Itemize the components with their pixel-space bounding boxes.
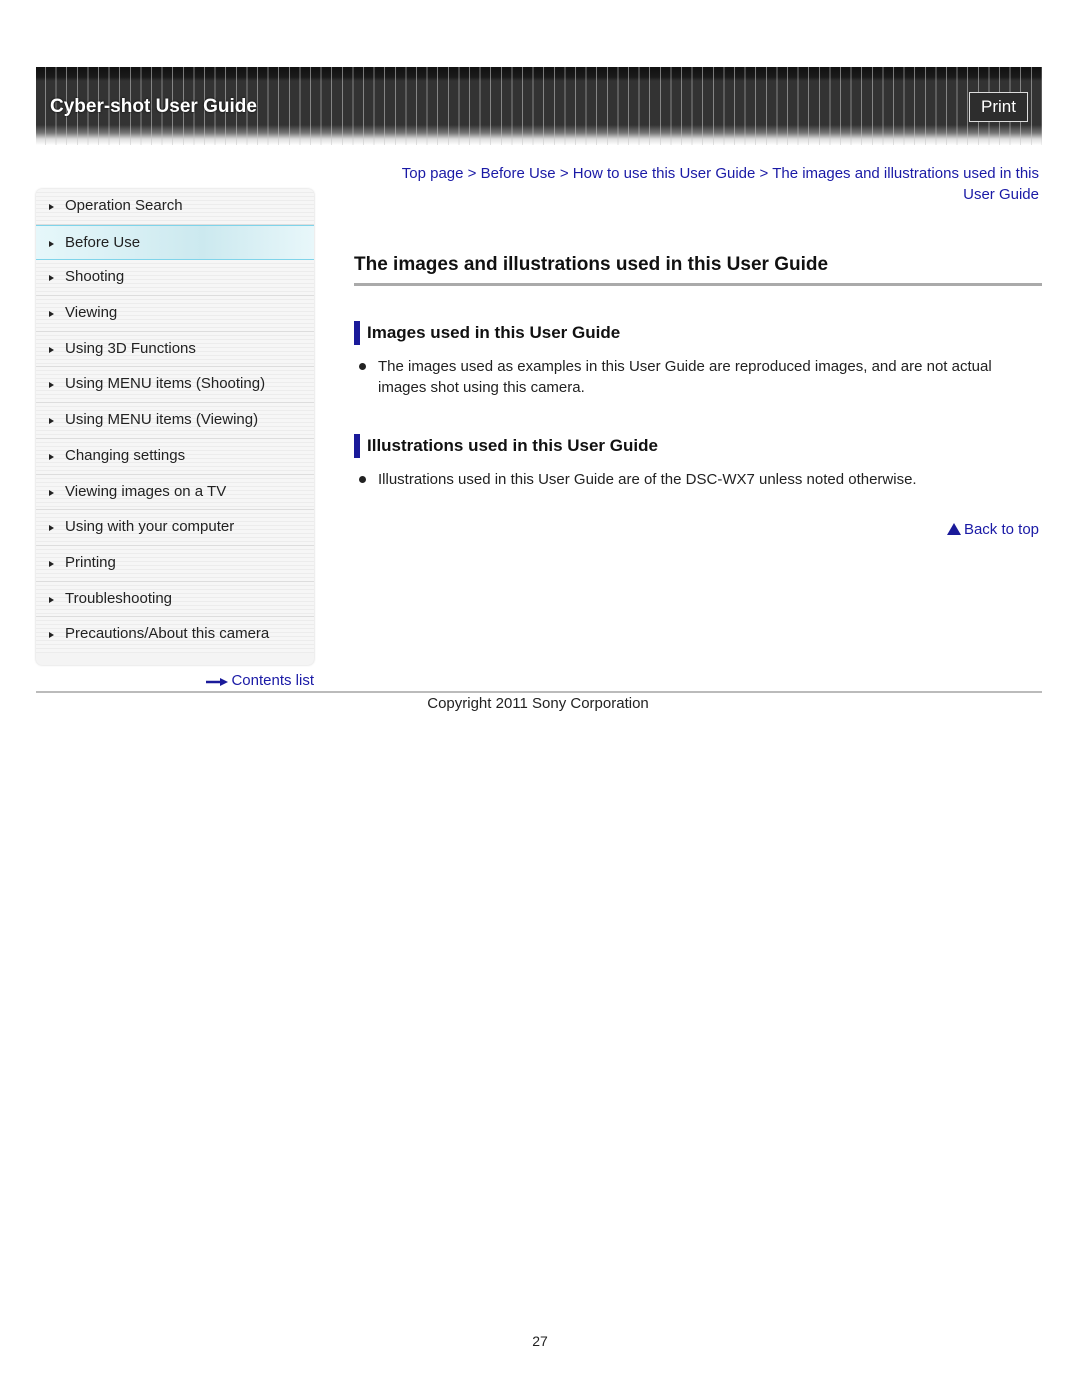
sidebar-nav: Operation Search Before Use Shooting Vie… bbox=[36, 189, 314, 665]
arrow-right-icon bbox=[49, 596, 54, 603]
sidebar-item-3d-functions[interactable]: Using 3D Functions bbox=[36, 331, 314, 368]
arrow-right-icon bbox=[49, 632, 54, 639]
breadcrumb-separator: > bbox=[759, 165, 769, 182]
sidebar-item-precautions[interactable]: Precautions/About this camera bbox=[36, 617, 314, 653]
section-heading-text: Images used in this User Guide bbox=[367, 323, 621, 342]
arrow-right-icon bbox=[49, 418, 54, 425]
title-divider bbox=[354, 283, 1042, 286]
arrow-right-icon bbox=[49, 382, 54, 389]
heading-accent-bar bbox=[354, 321, 360, 345]
section-heading-text: Illustrations used in this User Guide bbox=[367, 436, 658, 455]
contents-list-label: Contents list bbox=[231, 672, 314, 689]
sidebar-item-changing-settings[interactable]: Changing settings bbox=[36, 438, 314, 475]
contents-list-link[interactable]: Contents list bbox=[200, 672, 314, 690]
sidebar-item-label: Using MENU items (Shooting) bbox=[65, 375, 266, 393]
sidebar-item-before-use[interactable]: Before Use bbox=[36, 224, 314, 261]
sidebar-item-troubleshooting[interactable]: Troubleshooting bbox=[36, 581, 314, 618]
arrow-right-icon bbox=[49, 275, 54, 282]
section-bullet-text: Illustrations used in this User Guide ar… bbox=[378, 471, 917, 488]
page-number: 27 bbox=[532, 1333, 548, 1349]
breadcrumb-before-use[interactable]: Before Use bbox=[481, 165, 556, 182]
arrow-right-icon bbox=[49, 560, 54, 567]
bullet-icon bbox=[359, 476, 366, 483]
breadcrumb-current-page[interactable]: The images and illustrations used in thi… bbox=[772, 165, 1039, 203]
page-title: The images and illustrations used in thi… bbox=[354, 254, 829, 275]
arrow-right-icon bbox=[49, 311, 54, 318]
section-bullet-text: The images used as examples in this User… bbox=[378, 358, 992, 396]
triangle-up-icon bbox=[946, 523, 961, 535]
sidebar-item-shooting[interactable]: Shooting bbox=[36, 260, 314, 297]
section-heading-illustrations: Illustrations used in this User Guide bbox=[354, 434, 658, 458]
sidebar-item-label: Using 3D Functions bbox=[65, 339, 196, 357]
guide-title: Cyber-shot User Guide bbox=[50, 96, 257, 117]
heading-accent-bar bbox=[354, 434, 360, 458]
breadcrumb-top-page[interactable]: Top page bbox=[402, 165, 464, 182]
breadcrumb-separator: > bbox=[559, 165, 569, 182]
section-heading-images: Images used in this User Guide bbox=[354, 321, 621, 345]
sidebar-item-printing[interactable]: Printing bbox=[36, 545, 314, 582]
sidebar-item-computer[interactable]: Using with your computer bbox=[36, 510, 314, 546]
sidebar-item-viewing-tv[interactable]: Viewing images on a TV bbox=[36, 474, 314, 511]
sidebar-item-label: Operation Search bbox=[65, 197, 183, 214]
sidebar-item-label: Printing bbox=[65, 553, 116, 571]
arrow-right-icon bbox=[49, 346, 54, 353]
arrow-right-icon bbox=[49, 525, 54, 532]
back-to-top-label: Back to top bbox=[963, 521, 1039, 538]
sidebar-item-label: Troubleshooting bbox=[65, 589, 173, 607]
bullet-icon bbox=[359, 363, 366, 370]
arrow-right-icon bbox=[49, 453, 54, 460]
sidebar-item-label: Using MENU items (Viewing) bbox=[65, 411, 259, 429]
print-button[interactable]: Print bbox=[969, 92, 1028, 122]
arrow-right-icon bbox=[49, 489, 54, 496]
sidebar-item-label: Using with your computer bbox=[65, 518, 235, 536]
sidebar-item-label: Precautions/About this camera bbox=[65, 625, 270, 643]
sidebar-item-operation-search[interactable]: Operation Search bbox=[36, 189, 314, 225]
arrow-right-icon bbox=[49, 204, 54, 210]
sidebar-item-menu-viewing[interactable]: Using MENU items (Viewing) bbox=[36, 403, 314, 439]
sidebar-item-label: Changing settings bbox=[65, 446, 186, 464]
footer-divider bbox=[36, 691, 1042, 693]
back-to-top-link[interactable]: Back to top bbox=[946, 521, 1039, 538]
sidebar-item-label: Viewing bbox=[65, 304, 118, 322]
breadcrumb-how-to-use[interactable]: How to use this User Guide bbox=[573, 165, 756, 182]
arrow-right-icon bbox=[49, 240, 54, 247]
arrow-right-icon bbox=[206, 673, 229, 690]
sidebar-item-label: Before Use bbox=[65, 233, 141, 251]
breadcrumb-separator: > bbox=[467, 165, 477, 182]
header-banner: Cyber-shot User Guide Print bbox=[36, 67, 1042, 145]
sidebar-item-label: Shooting bbox=[65, 268, 125, 286]
sidebar-item-menu-shooting[interactable]: Using MENU items (Shooting) bbox=[36, 367, 314, 404]
sidebar-item-label: Viewing images on a TV bbox=[65, 482, 227, 500]
sidebar-item-viewing[interactable]: Viewing bbox=[36, 296, 314, 332]
copyright-text: Copyright 2011 Sony Corporation bbox=[427, 695, 649, 712]
breadcrumb: Top page > Before Use > How to use this … bbox=[370, 163, 1039, 205]
